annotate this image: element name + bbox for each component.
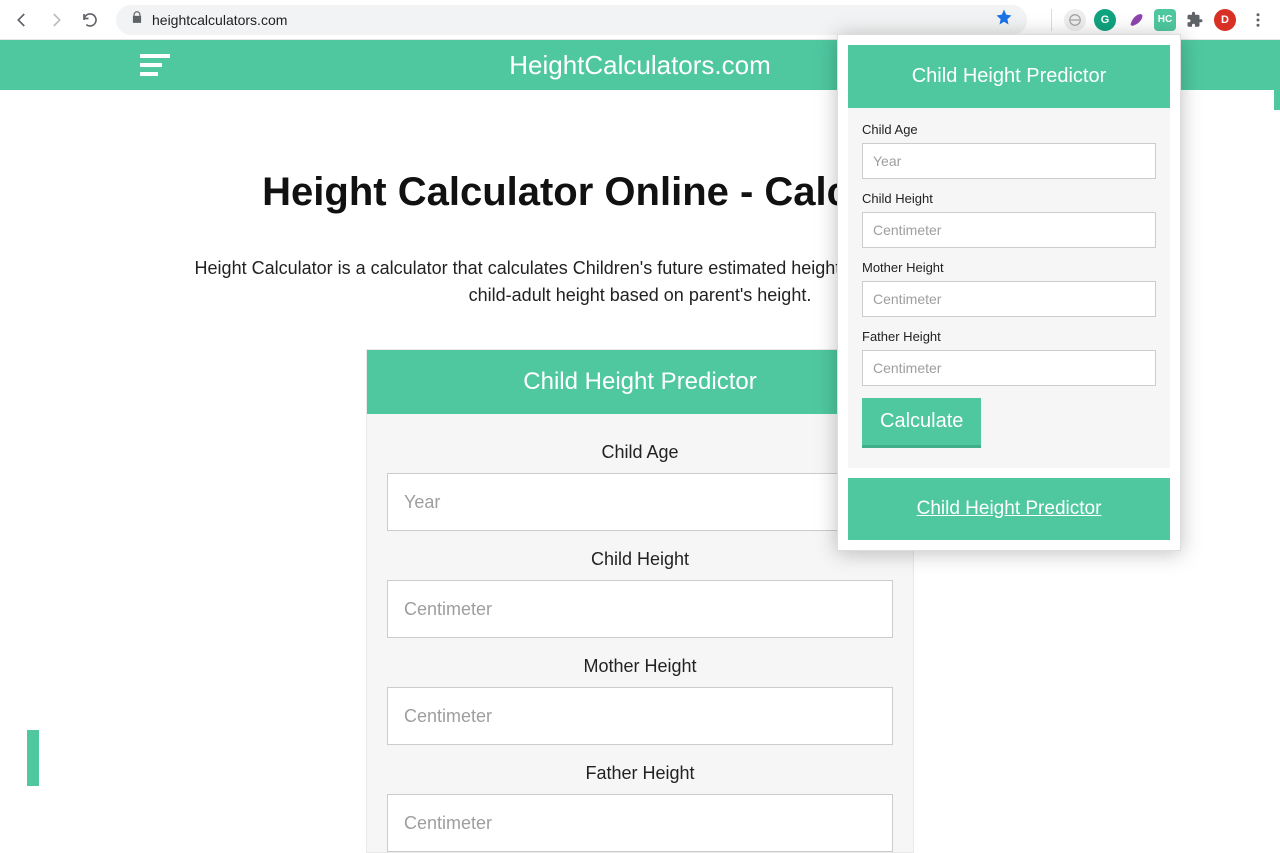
- child-height-label: Child Height: [387, 531, 893, 580]
- mother-height-input[interactable]: [387, 687, 893, 745]
- child-height-input[interactable]: [387, 580, 893, 638]
- popup-child-age-input[interactable]: [862, 143, 1156, 179]
- popup-footer-link[interactable]: Child Height Predictor: [917, 498, 1102, 519]
- extension-icon-feather[interactable]: [1124, 9, 1146, 31]
- extension-icon-generic[interactable]: [1064, 9, 1086, 31]
- father-height-input[interactable]: [387, 794, 893, 852]
- profile-avatar[interactable]: D: [1214, 9, 1236, 31]
- extensions-puzzle-icon[interactable]: [1184, 9, 1206, 31]
- scrollbar[interactable]: [1274, 40, 1280, 110]
- popup-father-height-label: Father Height: [862, 329, 1156, 344]
- extension-icon-hc[interactable]: HC: [1154, 9, 1176, 31]
- calculate-button[interactable]: Calculate: [862, 398, 981, 448]
- extension-popup: Child Height Predictor Child Age Child H…: [837, 34, 1181, 551]
- address-bar[interactable]: heightcalculators.com: [116, 5, 1027, 35]
- father-height-label: Father Height: [387, 745, 893, 794]
- bookmark-star-icon[interactable]: [995, 8, 1013, 31]
- reload-button[interactable]: [76, 6, 104, 34]
- site-title: HeightCalculators.com: [509, 50, 771, 81]
- hamburger-menu-icon[interactable]: [140, 54, 170, 76]
- popup-child-age-label: Child Age: [862, 122, 1156, 137]
- main-predictor-panel: Child Height Predictor Child Age Child H…: [366, 349, 914, 853]
- url-text: heightcalculators.com: [152, 12, 287, 28]
- mother-height-label: Mother Height: [387, 638, 893, 687]
- popup-mother-height-label: Mother Height: [862, 260, 1156, 275]
- child-age-label: Child Age: [387, 424, 893, 473]
- forward-button[interactable]: [42, 6, 70, 34]
- back-button[interactable]: [8, 6, 36, 34]
- popup-mother-height-input[interactable]: [862, 281, 1156, 317]
- popup-child-height-label: Child Height: [862, 191, 1156, 206]
- popup-footer: Child Height Predictor: [848, 478, 1170, 540]
- lock-icon: [130, 10, 144, 29]
- side-tab[interactable]: [27, 730, 39, 786]
- popup-father-height-input[interactable]: [862, 350, 1156, 386]
- extension-icon-grammarly[interactable]: G: [1094, 9, 1116, 31]
- extensions-zone: G HC D: [1039, 6, 1272, 34]
- main-predictor-title: Child Height Predictor: [367, 350, 913, 414]
- chrome-menu-button[interactable]: [1244, 6, 1272, 34]
- popup-title: Child Height Predictor: [848, 45, 1170, 108]
- popup-child-height-input[interactable]: [862, 212, 1156, 248]
- separator: [1051, 9, 1052, 31]
- child-age-input[interactable]: [387, 473, 893, 531]
